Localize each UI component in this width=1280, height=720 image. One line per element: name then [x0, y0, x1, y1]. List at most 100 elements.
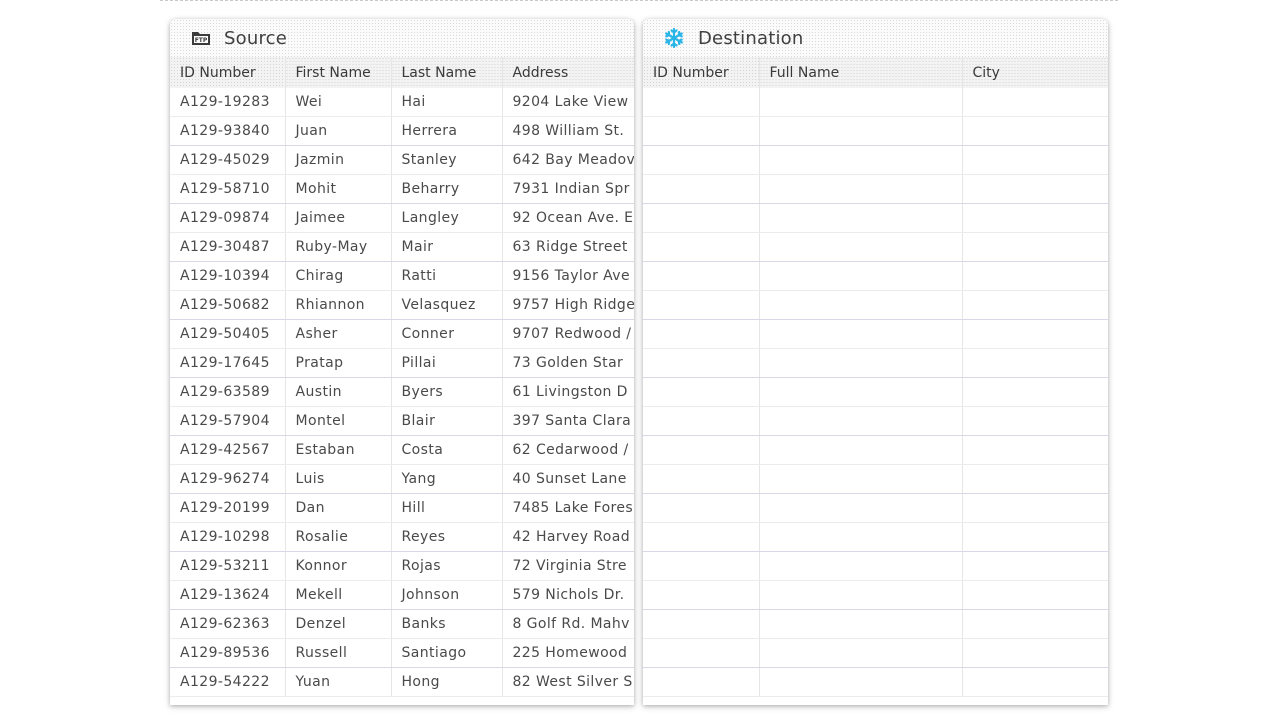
- table-row[interactable]: A129-63589 Austin Byers 61 Livingston D: [170, 377, 634, 407]
- source-col-id-number[interactable]: ID Number: [170, 57, 286, 88]
- table-row[interactable]: [643, 232, 1108, 262]
- table-cell[interactable]: [962, 261, 1108, 291]
- table-cell[interactable]: 7485 Lake Fores: [502, 493, 634, 523]
- table-cell[interactable]: [643, 203, 760, 233]
- table-cell[interactable]: Rosalie: [285, 522, 392, 552]
- table-cell[interactable]: [962, 435, 1108, 465]
- table-cell[interactable]: Pillai: [391, 348, 503, 378]
- table-cell[interactable]: [759, 377, 963, 407]
- table-cell[interactable]: 73 Golden Star: [502, 348, 634, 378]
- table-cell[interactable]: 72 Virginia Stre: [502, 551, 634, 581]
- table-cell[interactable]: [759, 348, 963, 378]
- table-cell[interactable]: [759, 522, 963, 552]
- table-cell[interactable]: [759, 435, 963, 465]
- table-cell[interactable]: Luis: [285, 464, 392, 494]
- table-row[interactable]: [643, 580, 1108, 610]
- table-cell[interactable]: [962, 377, 1108, 407]
- table-cell[interactable]: A129-09874: [170, 203, 286, 233]
- table-cell[interactable]: 61 Livingston D: [502, 377, 634, 407]
- table-cell[interactable]: Rojas: [391, 551, 503, 581]
- table-cell[interactable]: [759, 609, 963, 639]
- table-cell[interactable]: [643, 319, 760, 349]
- table-cell[interactable]: [643, 493, 760, 523]
- table-cell[interactable]: A129-42567: [170, 435, 286, 465]
- table-cell[interactable]: [962, 116, 1108, 146]
- table-cell[interactable]: Byers: [391, 377, 503, 407]
- table-cell[interactable]: [962, 464, 1108, 494]
- table-cell[interactable]: [643, 116, 760, 146]
- table-cell[interactable]: Banks: [391, 609, 503, 639]
- table-cell[interactable]: [962, 551, 1108, 581]
- table-cell[interactable]: Ratti: [391, 261, 503, 291]
- table-cell[interactable]: A129-63589: [170, 377, 286, 407]
- table-cell[interactable]: [759, 203, 963, 233]
- table-row[interactable]: A129-96274 Luis Yang 40 Sunset Lane: [170, 464, 634, 494]
- table-cell[interactable]: [759, 406, 963, 436]
- table-cell[interactable]: Mekell: [285, 580, 392, 610]
- table-cell[interactable]: A129-50405: [170, 319, 286, 349]
- table-cell[interactable]: A129-96274: [170, 464, 286, 494]
- table-row[interactable]: A129-89536 Russell Santiago 225 Homewood: [170, 638, 634, 668]
- dest-col-id-number[interactable]: ID Number: [643, 57, 760, 88]
- table-cell[interactable]: A129-53211: [170, 551, 286, 581]
- table-cell[interactable]: A129-93840: [170, 116, 286, 146]
- table-cell[interactable]: Dan: [285, 493, 392, 523]
- table-cell[interactable]: A129-50682: [170, 290, 286, 320]
- table-cell[interactable]: Costa: [391, 435, 503, 465]
- table-cell[interactable]: [962, 522, 1108, 552]
- table-row[interactable]: A129-19283 Wei Hai 9204 Lake View: [170, 88, 634, 117]
- table-cell[interactable]: 42 Harvey Road: [502, 522, 634, 552]
- table-cell[interactable]: [962, 88, 1108, 117]
- table-cell[interactable]: Langley: [391, 203, 503, 233]
- table-row[interactable]: A129-42567 Estaban Costa 62 Cedarwood /: [170, 435, 634, 465]
- source-col-address[interactable]: Address: [502, 57, 634, 88]
- table-row[interactable]: [643, 88, 1108, 117]
- table-row[interactable]: A129-10298 Rosalie Reyes 42 Harvey Road: [170, 522, 634, 552]
- table-row[interactable]: A129-93840 Juan Herrera 498 William St.: [170, 116, 634, 146]
- table-cell[interactable]: A129-58710: [170, 174, 286, 204]
- table-cell[interactable]: [643, 174, 760, 204]
- table-cell[interactable]: [962, 667, 1108, 697]
- table-cell[interactable]: Denzel: [285, 609, 392, 639]
- table-cell[interactable]: A129-20199: [170, 493, 286, 523]
- table-cell[interactable]: Austin: [285, 377, 392, 407]
- table-cell[interactable]: 9156 Taylor Ave: [502, 261, 634, 291]
- table-row[interactable]: A129-50405 Asher Conner 9707 Redwood /: [170, 319, 634, 349]
- table-row[interactable]: [643, 609, 1108, 639]
- table-row[interactable]: A129-53211 Konnor Rojas 72 Virginia Stre: [170, 551, 634, 581]
- table-cell[interactable]: [643, 406, 760, 436]
- table-cell[interactable]: [759, 232, 963, 262]
- table-cell[interactable]: Yuan: [285, 667, 392, 697]
- table-row[interactable]: [643, 203, 1108, 233]
- table-cell[interactable]: 9204 Lake View: [502, 88, 634, 117]
- table-cell[interactable]: [643, 435, 760, 465]
- dest-col-full-name[interactable]: Full Name: [759, 57, 963, 88]
- table-cell[interactable]: Velasquez: [391, 290, 503, 320]
- table-cell[interactable]: [962, 203, 1108, 233]
- table-cell[interactable]: A129-10298: [170, 522, 286, 552]
- table-row[interactable]: A129-58710 Mohit Beharry 7931 Indian Spr: [170, 174, 634, 204]
- table-row[interactable]: [643, 290, 1108, 320]
- table-row[interactable]: [643, 261, 1108, 291]
- table-cell[interactable]: [759, 88, 963, 117]
- table-cell[interactable]: Santiago: [391, 638, 503, 668]
- table-cell[interactable]: 397 Santa Clara: [502, 406, 634, 436]
- table-row[interactable]: [643, 667, 1108, 697]
- table-cell[interactable]: A129-89536: [170, 638, 286, 668]
- table-cell[interactable]: A129-45029: [170, 145, 286, 175]
- table-cell[interactable]: [643, 638, 760, 668]
- table-cell[interactable]: [759, 145, 963, 175]
- table-cell[interactable]: [962, 348, 1108, 378]
- table-cell[interactable]: 579 Nichols Dr.: [502, 580, 634, 610]
- table-row[interactable]: [643, 174, 1108, 204]
- table-cell[interactable]: Herrera: [391, 116, 503, 146]
- table-cell[interactable]: Johnson: [391, 580, 503, 610]
- table-cell[interactable]: [643, 377, 760, 407]
- table-row[interactable]: [643, 116, 1108, 146]
- table-cell[interactable]: Rhiannon: [285, 290, 392, 320]
- table-row[interactable]: A129-09874 Jaimee Langley 92 Ocean Ave. E: [170, 203, 634, 233]
- table-cell[interactable]: Reyes: [391, 522, 503, 552]
- table-cell[interactable]: [643, 667, 760, 697]
- table-cell[interactable]: Russell: [285, 638, 392, 668]
- table-cell[interactable]: 82 West Silver S: [502, 667, 634, 697]
